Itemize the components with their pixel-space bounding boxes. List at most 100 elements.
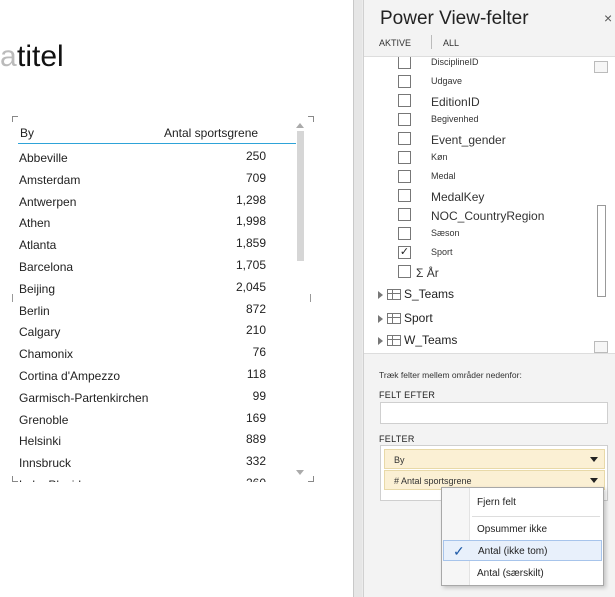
field-checkbox[interactable] <box>398 57 411 69</box>
expand-icon[interactable] <box>378 291 383 299</box>
city-cell: Antwerpen <box>19 194 77 209</box>
expand-icon[interactable] <box>378 315 383 323</box>
field-item[interactable]: EditionID <box>398 92 588 111</box>
field-item[interactable]: Køn <box>398 149 588 168</box>
table-row[interactable]: Innsbruck 332 <box>18 451 272 473</box>
table-scroll-down[interactable] <box>296 470 304 475</box>
close-icon[interactable]: × <box>604 10 612 26</box>
column-header-city[interactable]: By <box>20 126 34 140</box>
checkmark-icon: ✓ <box>453 543 465 559</box>
list-scroll-down[interactable] <box>594 341 608 353</box>
report-sheet[interactable]: a titel By Antal sportsgrene Abbeville 25… <box>0 0 354 597</box>
table-row[interactable]: Abbeville 250 <box>18 146 272 168</box>
table-group-s-teams[interactable]: S_Teams <box>378 286 578 306</box>
table-scroll-up[interactable] <box>296 123 304 128</box>
table-row[interactable]: Lake Placid 260 <box>18 473 272 482</box>
count-cell: 2,045 <box>235 279 266 294</box>
table-row[interactable]: Athen 1,998 <box>18 211 272 233</box>
table-row[interactable]: Berlin 872 <box>18 299 272 321</box>
data-table[interactable]: By Antal sportsgrene Abbeville 250 Amsterd… <box>12 116 314 482</box>
menu-item-count-not-empty[interactable]: ✓ Antal (ikke tom) <box>443 540 602 561</box>
table-row[interactable]: Grenoble 169 <box>18 408 272 430</box>
tab-active[interactable]: AKTIVE <box>379 38 411 48</box>
field-item[interactable]: MedalKey <box>398 187 588 206</box>
field-checkbox[interactable] <box>398 113 411 126</box>
count-cell: 1,859 <box>235 236 266 251</box>
table-side-handle[interactable] <box>12 294 13 302</box>
field-item[interactable]: DisciplineID <box>398 57 588 73</box>
table-row[interactable]: Barcelona 1,705 <box>18 255 272 277</box>
field-list[interactable]: DisciplineID Udgave EditionID Begivenhed Eve… <box>364 56 615 354</box>
field-checkbox[interactable] <box>398 151 411 164</box>
field-label: NOC_CountryRegion <box>431 209 545 223</box>
city-cell: Barcelona <box>19 260 74 274</box>
field-item[interactable]: Σ År <box>398 263 588 282</box>
table-row[interactable]: Amsterdam 709 <box>18 168 272 190</box>
field-item[interactable]: Event_gender <box>398 130 588 149</box>
count-cell: 210 <box>245 323 266 338</box>
table-corner-handle[interactable] <box>12 476 18 482</box>
menu-item-do-not-summarize[interactable]: Opsummer ikke <box>443 519 602 540</box>
table-row[interactable]: Antwerpen 1,298 <box>18 190 272 212</box>
field-label: Medal <box>431 171 456 181</box>
field-checkbox[interactable] <box>398 132 411 145</box>
table-scrollbar[interactable] <box>297 131 304 261</box>
field-label: Begivenhed <box>431 114 479 124</box>
field-label: Sport <box>431 247 453 257</box>
field-item[interactable]: ✓ Sport <box>398 244 588 263</box>
table-corner-handle[interactable] <box>308 476 314 482</box>
field-item[interactable]: Sæson <box>398 225 588 244</box>
field-checkbox[interactable] <box>398 75 411 88</box>
table-row[interactable]: Beijing 2,045 <box>18 277 272 299</box>
title-fragment: a <box>0 40 17 73</box>
menu-item-remove-field[interactable]: Fjern felt <box>443 492 602 513</box>
count-cell: 332 <box>245 454 266 469</box>
city-cell: Lake Placid <box>19 478 81 482</box>
field-checkbox[interactable] <box>398 208 411 221</box>
table-group-sport[interactable]: Sport <box>378 310 578 330</box>
column-header-count[interactable]: Antal sportsgrene <box>164 126 258 140</box>
chevron-down-icon[interactable] <box>590 457 598 462</box>
city-cell: Beijing <box>19 281 56 296</box>
felt-efter-well[interactable] <box>380 402 608 424</box>
field-checkbox[interactable] <box>398 170 411 183</box>
table-side-handle[interactable] <box>310 294 311 302</box>
field-checkbox[interactable]: ✓ <box>398 246 411 259</box>
table-row[interactable]: Garmisch-Partenkirchen 99 <box>18 386 272 408</box>
table-corner-handle[interactable] <box>12 116 18 122</box>
field-checkbox[interactable] <box>398 265 411 278</box>
field-item[interactable]: Medal <box>398 168 588 187</box>
filter-item-by[interactable]: By <box>384 449 605 469</box>
chevron-down-icon[interactable] <box>590 478 598 483</box>
field-item[interactable]: NOC_CountryRegion <box>398 206 588 225</box>
table-group-w-teams[interactable]: W_Teams <box>378 332 578 352</box>
menu-item-count-distinct[interactable]: Antal (særskilt) <box>443 563 602 584</box>
context-menu: Fjern felt Opsummer ikke ✓ Antal (ikke t… <box>441 487 604 586</box>
field-label: Event_gender <box>431 133 506 147</box>
city-cell: Abbeville <box>19 151 68 165</box>
field-checkbox[interactable] <box>398 94 411 107</box>
tab-all[interactable]: ALL <box>443 38 459 48</box>
table-header: By Antal sportsgrene <box>18 124 296 144</box>
field-checkbox[interactable] <box>398 227 411 240</box>
list-scroll-thumb[interactable] <box>597 205 606 297</box>
table-icon <box>387 289 401 300</box>
report-title[interactable]: titel <box>17 40 64 74</box>
table-row[interactable]: Calgary 210 <box>18 320 272 342</box>
expand-icon[interactable] <box>378 337 383 345</box>
field-item[interactable]: Udgave <box>398 73 588 92</box>
table-row[interactable]: Chamonix 76 <box>18 342 272 364</box>
field-label: MedalKey <box>431 190 485 204</box>
city-cell: Chamonix <box>19 347 74 362</box>
field-item[interactable]: Begivenhed <box>398 111 588 130</box>
table-corner-handle[interactable] <box>308 116 314 122</box>
table-row[interactable]: Helsinki 889 <box>18 429 272 451</box>
list-scroll-up[interactable] <box>594 61 608 73</box>
field-checkbox[interactable] <box>398 189 411 202</box>
field-label: DisciplineID <box>431 57 479 67</box>
count-cell: 1,298 <box>235 192 266 207</box>
table-row[interactable]: Atlanta 1,859 <box>18 233 272 255</box>
table-row[interactable]: Cortina d'Ampezzo 118 <box>18 364 272 386</box>
count-cell: 1,998 <box>235 214 266 229</box>
city-cell: Grenoble <box>19 412 69 427</box>
